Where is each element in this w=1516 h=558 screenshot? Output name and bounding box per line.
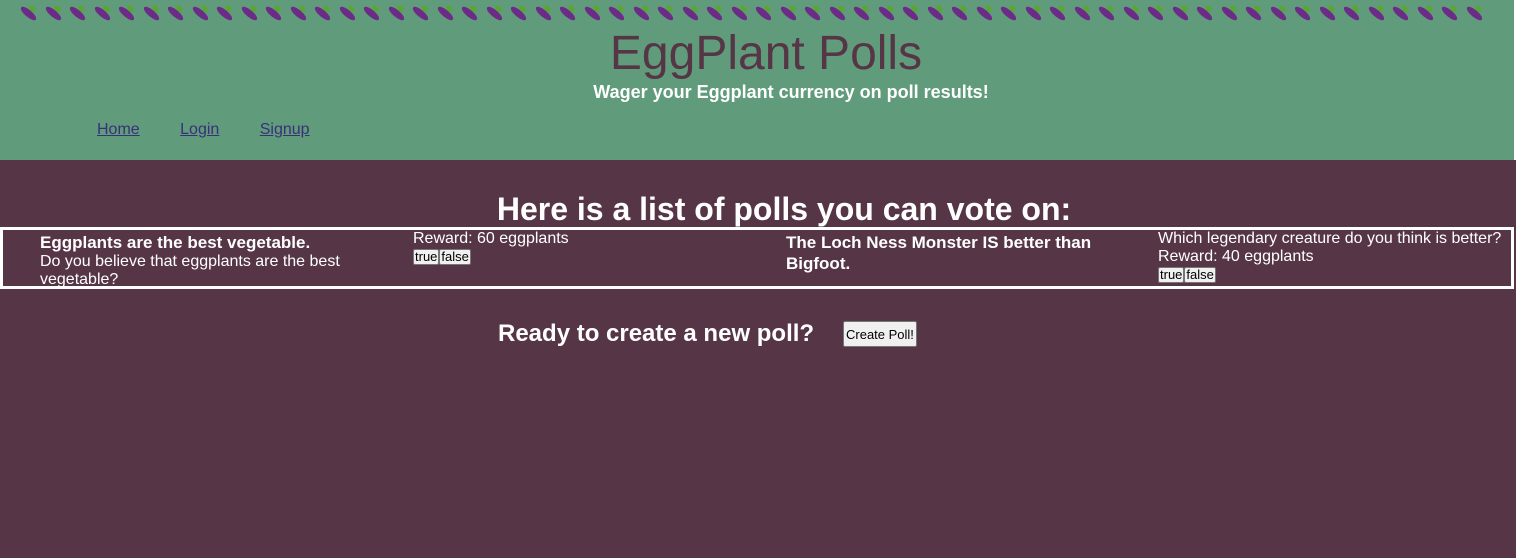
- eggplant-icon: [827, 4, 847, 24]
- eggplant-icon: [1439, 4, 1460, 24]
- polls-heading: Here is a list of polls you can vote on:: [496, 191, 1072, 227]
- eggplant-icon: [974, 4, 994, 24]
- eggplant-icon: [1243, 4, 1264, 24]
- eggplant-icon: [484, 4, 504, 24]
- eggplant-emoji-row: [18, 4, 1498, 26]
- eggplant-icon: [1072, 4, 1092, 24]
- eggplant-icon: [410, 4, 431, 24]
- eggplant-icon: [67, 4, 88, 24]
- eggplant-icon: [116, 4, 137, 24]
- eggplant-icon: [1292, 4, 1313, 24]
- eggplant-icon: [263, 4, 284, 24]
- eggplant-icon: [141, 4, 161, 24]
- eggplant-icon: [43, 4, 63, 24]
- eggplant-icon: [1096, 4, 1117, 24]
- poll-2-vote: Which legendary creature do you think is…: [1158, 230, 1513, 284]
- poll-1-false-button[interactable]: false: [439, 249, 471, 265]
- eggplant-icon: [1464, 4, 1484, 24]
- eggplant-icon: [1219, 4, 1239, 24]
- eggplant-icon: [1317, 4, 1337, 24]
- eggplant-icon: [729, 4, 749, 24]
- eggplant-icon: [704, 4, 725, 24]
- nav-link-signup[interactable]: Signup: [260, 121, 310, 138]
- poll-1-vote: Reward: 60 eggplants true false: [413, 230, 753, 266]
- eggplant-icon: [459, 4, 480, 24]
- eggplant-icon: [1145, 4, 1166, 24]
- create-poll-button[interactable]: Create Poll!: [843, 321, 917, 347]
- eggplant-icon: [1341, 4, 1362, 24]
- eggplant-icon: [312, 4, 333, 24]
- eggplant-icon: [655, 4, 676, 24]
- poll-2-title: The Loch Ness Monster IS better than Big…: [786, 233, 1092, 273]
- nav-link-login[interactable]: Login: [180, 121, 219, 138]
- eggplant-icon: [190, 4, 210, 24]
- eggplant-icon: [925, 4, 945, 24]
- eggplant-icon: [337, 4, 357, 24]
- eggplant-icon: [361, 4, 382, 24]
- poll-1-reward: Reward: 60 eggplants: [413, 230, 569, 247]
- eggplant-icon: [1415, 4, 1435, 24]
- eggplant-icon: [851, 4, 872, 24]
- poll-2-reward: Reward: 40 eggplants: [1158, 248, 1314, 265]
- eggplant-icon: [1121, 4, 1141, 24]
- site-tagline: Wager your Eggplant currency on poll res…: [593, 82, 989, 102]
- eggplant-icon: [1366, 4, 1386, 24]
- eggplant-icon: [1170, 4, 1190, 24]
- eggplant-icon: [435, 4, 455, 24]
- nav-link-home[interactable]: Home: [97, 121, 140, 138]
- poll-2-false-button[interactable]: false: [1184, 267, 1216, 283]
- eggplant-icon: [582, 4, 602, 24]
- eggplant-icon: [18, 4, 39, 24]
- poll-1-info: Eggplants are the best vegetable. Do you…: [40, 232, 370, 289]
- poll-2-true-button[interactable]: true: [1158, 267, 1185, 283]
- eggplant-icon: [239, 4, 259, 24]
- main-nav: Home Login Signup: [97, 121, 346, 141]
- eggplant-icon: [1268, 4, 1288, 24]
- poll-1-title: Eggplants are the best vegetable.: [40, 233, 311, 252]
- eggplant-icon: [631, 4, 651, 24]
- poll-2-info: The Loch Ness Monster IS better than Big…: [786, 232, 1136, 274]
- eggplant-icon: [165, 4, 186, 24]
- eggplant-icon: [778, 4, 798, 24]
- site-title: EggPlant Polls: [609, 27, 923, 80]
- eggplant-icon: [606, 4, 627, 24]
- eggplant-icon: [680, 4, 700, 24]
- poll-2-question: Which legendary creature do you think is…: [1158, 230, 1502, 247]
- eggplant-icon: [1023, 4, 1043, 24]
- eggplant-icon: [1390, 4, 1411, 24]
- eggplant-icon: [900, 4, 921, 24]
- eggplant-icon: [1194, 4, 1215, 24]
- site-header: EggPlant Polls Wager your Eggplant curre…: [0, 0, 1516, 160]
- eggplant-icon: [876, 4, 896, 24]
- polls-table: Eggplants are the best vegetable. Do you…: [0, 227, 1514, 289]
- eggplant-icon: [802, 4, 823, 24]
- eggplant-icon: [92, 4, 112, 24]
- create-poll-prompt: Ready to create a new poll?: [498, 320, 815, 347]
- eggplant-icon: [753, 4, 774, 24]
- eggplant-icon: [508, 4, 529, 24]
- eggplant-icon: [386, 4, 406, 24]
- eggplant-icon: [949, 4, 970, 24]
- eggplant-icon: [1047, 4, 1068, 24]
- eggplant-icon: [214, 4, 235, 24]
- eggplant-icon: [557, 4, 578, 24]
- poll-1-true-button[interactable]: true: [413, 249, 440, 265]
- eggplant-icon: [288, 4, 308, 24]
- poll-1-question: Do you believe that eggplants are the be…: [40, 253, 340, 288]
- eggplant-icon: [998, 4, 1019, 24]
- eggplant-icon: [533, 4, 553, 24]
